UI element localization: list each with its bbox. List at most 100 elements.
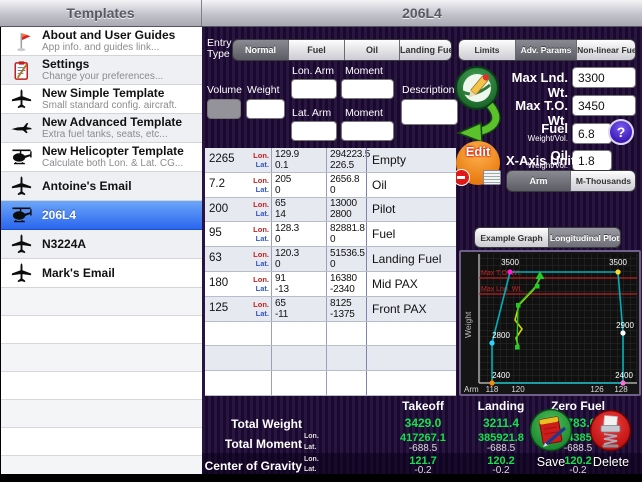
weight-entries-table: 2265 Lon. Lat. 129.9 0.1 294223.5 226.5 Emp… [205, 148, 456, 396]
tab-fuel[interactable]: Fuel [288, 40, 344, 60]
main-panel: Entry Type Normal Fuel Oil Landing Fuel … [202, 27, 642, 476]
oil-weight-vol-input[interactable] [572, 150, 612, 171]
save-button-label: Save [536, 455, 566, 469]
weight-label: Weight [247, 84, 280, 96]
sidebar-item-about[interactable]: About and User Guides App info. and guid… [1, 27, 202, 56]
svg-text:120: 120 [511, 385, 525, 394]
x-axis-unit-segment: Arm M-Thousands [506, 170, 636, 192]
table-row-blank [205, 321, 456, 347]
svg-text:2800: 2800 [492, 331, 510, 340]
delete-button-label: Delete [592, 455, 630, 469]
sidebar-item-new-helicopter-template[interactable]: New Helicopter Template Calculate both L… [1, 143, 202, 172]
help-button[interactable]: ? [608, 119, 634, 145]
volume-input [207, 99, 241, 119]
fuel-weight-vol-input[interactable] [572, 123, 612, 144]
helicopter-icon [8, 204, 35, 227]
max-lnd-wt-label: Max Lnd. Wt. [511, 70, 568, 100]
tab-oil[interactable]: Oil [344, 40, 399, 60]
tab-limits[interactable]: Limits [459, 40, 515, 60]
airplane-icon [8, 233, 35, 256]
page-title: 206L4 [402, 5, 442, 21]
table-row-fuel[interactable]: 95 Lon. Lat. 128.3 0 82881.8 0 Fuel [205, 222, 456, 248]
graph-view-tabs: Example Graph Longitudinal Plot! [474, 227, 621, 248]
max-to-wt-input[interactable] [572, 95, 636, 116]
sidebar-item-sub: App info. and guides link... [42, 42, 160, 53]
tab-non-linear-fuel[interactable]: Non-linear Fuel [576, 40, 635, 60]
sidebar-item-marks-email[interactable]: Mark's Email [1, 259, 202, 288]
moment-label: Moment [345, 107, 383, 119]
table-row-landing-fuel[interactable]: 63 Lon. Lat. 120.3 0 51536.5 0 Landing Fuel [205, 247, 456, 272]
svg-text:2400: 2400 [615, 371, 633, 380]
table-row-pilot[interactable]: 200 Lon. Lat. 65 14 13000 2800 Pilot [205, 197, 456, 223]
sidebar-item-new-simple-template[interactable]: New Simple Template Small standard confi… [1, 85, 202, 114]
top-bar: Templates 206L4 [0, 0, 642, 27]
table-row-blank [205, 371, 456, 396]
entry-type-tabs: Normal Fuel Oil Landing Fuel [232, 39, 452, 61]
tab-example-graph[interactable]: Example Graph [475, 228, 548, 247]
app-screen: Templates 206L4 About and User Guides Ap… [0, 0, 642, 482]
lat-arm-input[interactable] [291, 121, 337, 141]
delete-button[interactable] [589, 409, 632, 452]
lat-moment-input[interactable] [341, 121, 394, 141]
sidebar-title: Templates [0, 0, 202, 26]
sidebar-item-settings[interactable]: Settings Change your preferences... [1, 56, 202, 85]
clipboard-icon [8, 59, 35, 82]
max-to-line-label: Max T.O. Wt. [481, 270, 521, 277]
longitudinal-plot[interactable]: Max T.O. Wt. Max Lnd. Wt. 2400 2800 3500… [459, 250, 641, 396]
list-icon [483, 170, 501, 185]
edit-button-label: Edit [465, 144, 491, 159]
flag-icon [8, 30, 35, 53]
table-row-empty[interactable]: 2265 Lon. Lat. 129.9 0.1 294223.5 226.5 Emp… [205, 148, 456, 173]
svg-text:3500: 3500 [609, 258, 627, 267]
x-axis-unit-label: X-Axis Unit [506, 153, 576, 168]
edit-button[interactable]: Edit [453, 141, 501, 186]
helicopter-icon [8, 146, 35, 169]
tab-landing-fuel[interactable]: Landing Fuel [399, 40, 451, 60]
tab-adv-params[interactable]: Adv. Params [515, 40, 576, 60]
description-label: Description [402, 84, 455, 96]
lon-arm-label: Lon. Arm [292, 65, 335, 77]
svg-text:2400: 2400 [492, 371, 510, 380]
table-row-oil[interactable]: 7.2 Lon. Lat. 205 0 2656.8 0 Oil [205, 172, 456, 198]
empty-row [1, 400, 202, 428]
sidebar-item-label: About and User Guides [42, 29, 176, 42]
longitudinal-plot-svg: Max T.O. Wt. Max Lnd. Wt. 2400 2800 3500… [461, 252, 639, 394]
x-axis-mthousands-option[interactable]: M-Thousands [570, 171, 635, 191]
svg-text:3500: 3500 [501, 258, 519, 267]
y-axis-label: Weight [463, 311, 473, 338]
bottom-bezel [0, 474, 642, 482]
svg-text:118: 118 [486, 385, 499, 394]
empty-row [1, 344, 202, 372]
max-lnd-wt-input[interactable] [572, 67, 636, 88]
airplane-icon [8, 88, 35, 111]
lat-arm-label: Lat. Arm [292, 107, 332, 119]
save-button[interactable] [529, 408, 573, 452]
empty-row [1, 428, 202, 456]
lon-moment-input[interactable] [341, 79, 394, 99]
lon-arm-input[interactable] [291, 79, 337, 99]
adv-tabs: Limits Adv. Params Non-linear Fuel [458, 39, 636, 61]
sidebar-item-206l4-selected[interactable]: 206L4 [1, 201, 202, 230]
takeoff-column-header: Takeoff [402, 399, 444, 413]
center-of-gravity-label: Center of Gravity [204, 459, 302, 473]
moment-label: Moment [345, 65, 383, 77]
table-row-blank [205, 346, 456, 372]
table-row-front-pax[interactable]: 125 Lon. Lat. 65 -11 8125 -1375 Front PAX [205, 296, 456, 322]
jet-icon [8, 117, 35, 140]
sidebar-item-new-advanced-template[interactable]: New Advanced Template Extra fuel tanks, … [1, 114, 202, 143]
table-row-mid-pax[interactable]: 180 Lon. Lat. 91 -13 16380 -2340 Mid PAX [205, 271, 456, 297]
sidebar-item-n3224a[interactable]: N3224A [1, 230, 202, 259]
tab-normal[interactable]: Normal [233, 40, 288, 60]
sidebar-item-antoines-email[interactable]: Antoine's Email [1, 172, 202, 201]
x-axis-label: Arm [464, 385, 479, 394]
x-axis-arm-option[interactable]: Arm [507, 171, 570, 191]
tab-longitudinal-plot[interactable]: Longitudinal Plot! [548, 228, 620, 247]
svg-text:128: 128 [614, 385, 628, 394]
total-weight-label: Total Weight [231, 417, 302, 431]
empty-row [1, 372, 202, 400]
volume-label: Volume [207, 84, 243, 96]
total-moment-label: Total Moment [224, 437, 302, 451]
svg-text:126: 126 [590, 385, 604, 394]
weight-input[interactable] [246, 99, 285, 119]
templates-sidebar: About and User Guides App info. and guid… [1, 27, 202, 482]
